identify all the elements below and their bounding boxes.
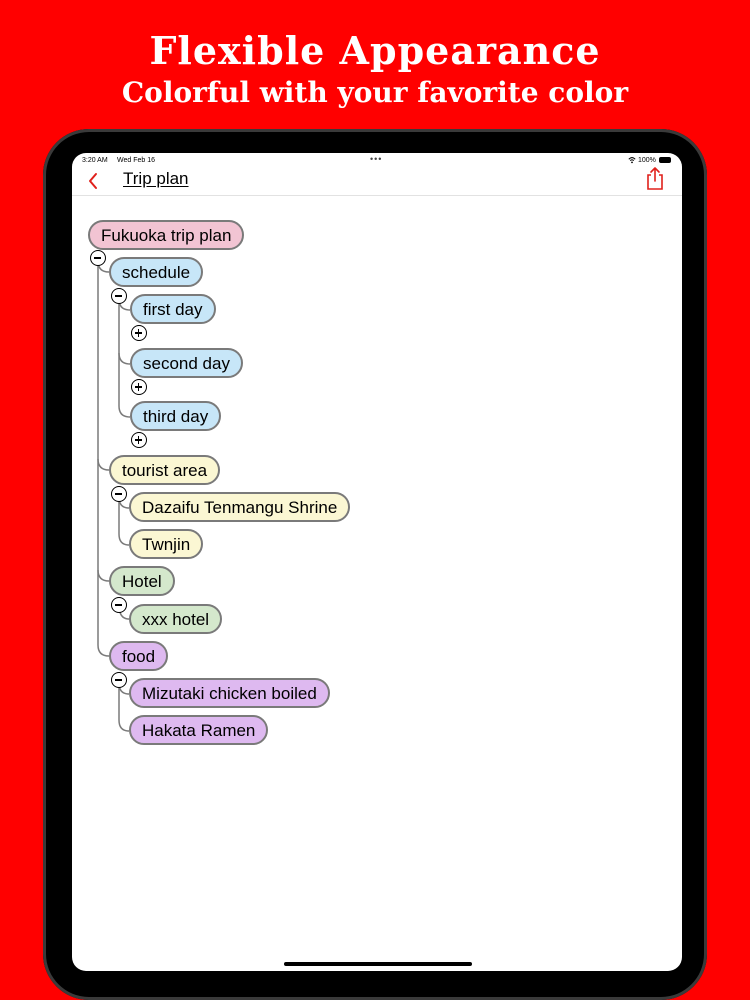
expand-icon[interactable] [131, 379, 147, 395]
expand-icon[interactable] [131, 325, 147, 341]
node-second-day[interactable]: second day [130, 348, 243, 378]
node-dazaifu-shrine[interactable]: Dazaifu Tenmangu Shrine [129, 492, 351, 522]
collapse-icon[interactable] [111, 672, 127, 688]
collapse-icon[interactable] [111, 486, 127, 502]
node-food[interactable]: food [109, 641, 169, 671]
node-hotel[interactable]: Hotel [109, 566, 175, 596]
node-third-day[interactable]: third day [130, 401, 222, 431]
node-schedule[interactable]: schedule [109, 257, 204, 287]
node-tourist-area[interactable]: tourist area [109, 455, 221, 485]
node-hakata-ramen[interactable]: Hakata Ramen [129, 715, 269, 745]
collapse-icon[interactable] [90, 250, 106, 266]
node-first-day[interactable]: first day [130, 294, 216, 324]
expand-icon[interactable] [131, 432, 147, 448]
node-root[interactable]: Fukuoka trip plan [88, 220, 245, 250]
node-twnjin[interactable]: Twnjin [129, 529, 204, 559]
promo-subtitle: Colorful with your favorite color [121, 76, 629, 109]
promo-title: Flexible Appearance [149, 28, 601, 73]
collapse-icon[interactable] [111, 597, 127, 613]
app-screen: 3:20 AM Wed Feb 16 ••• 100% Trip plan Fu… [72, 153, 682, 971]
node-xxx-hotel[interactable]: xxx hotel [129, 604, 223, 634]
node-mizutaki[interactable]: Mizutaki chicken boiled [129, 678, 330, 708]
collapse-icon[interactable] [111, 288, 127, 304]
home-indicator[interactable] [284, 962, 472, 966]
